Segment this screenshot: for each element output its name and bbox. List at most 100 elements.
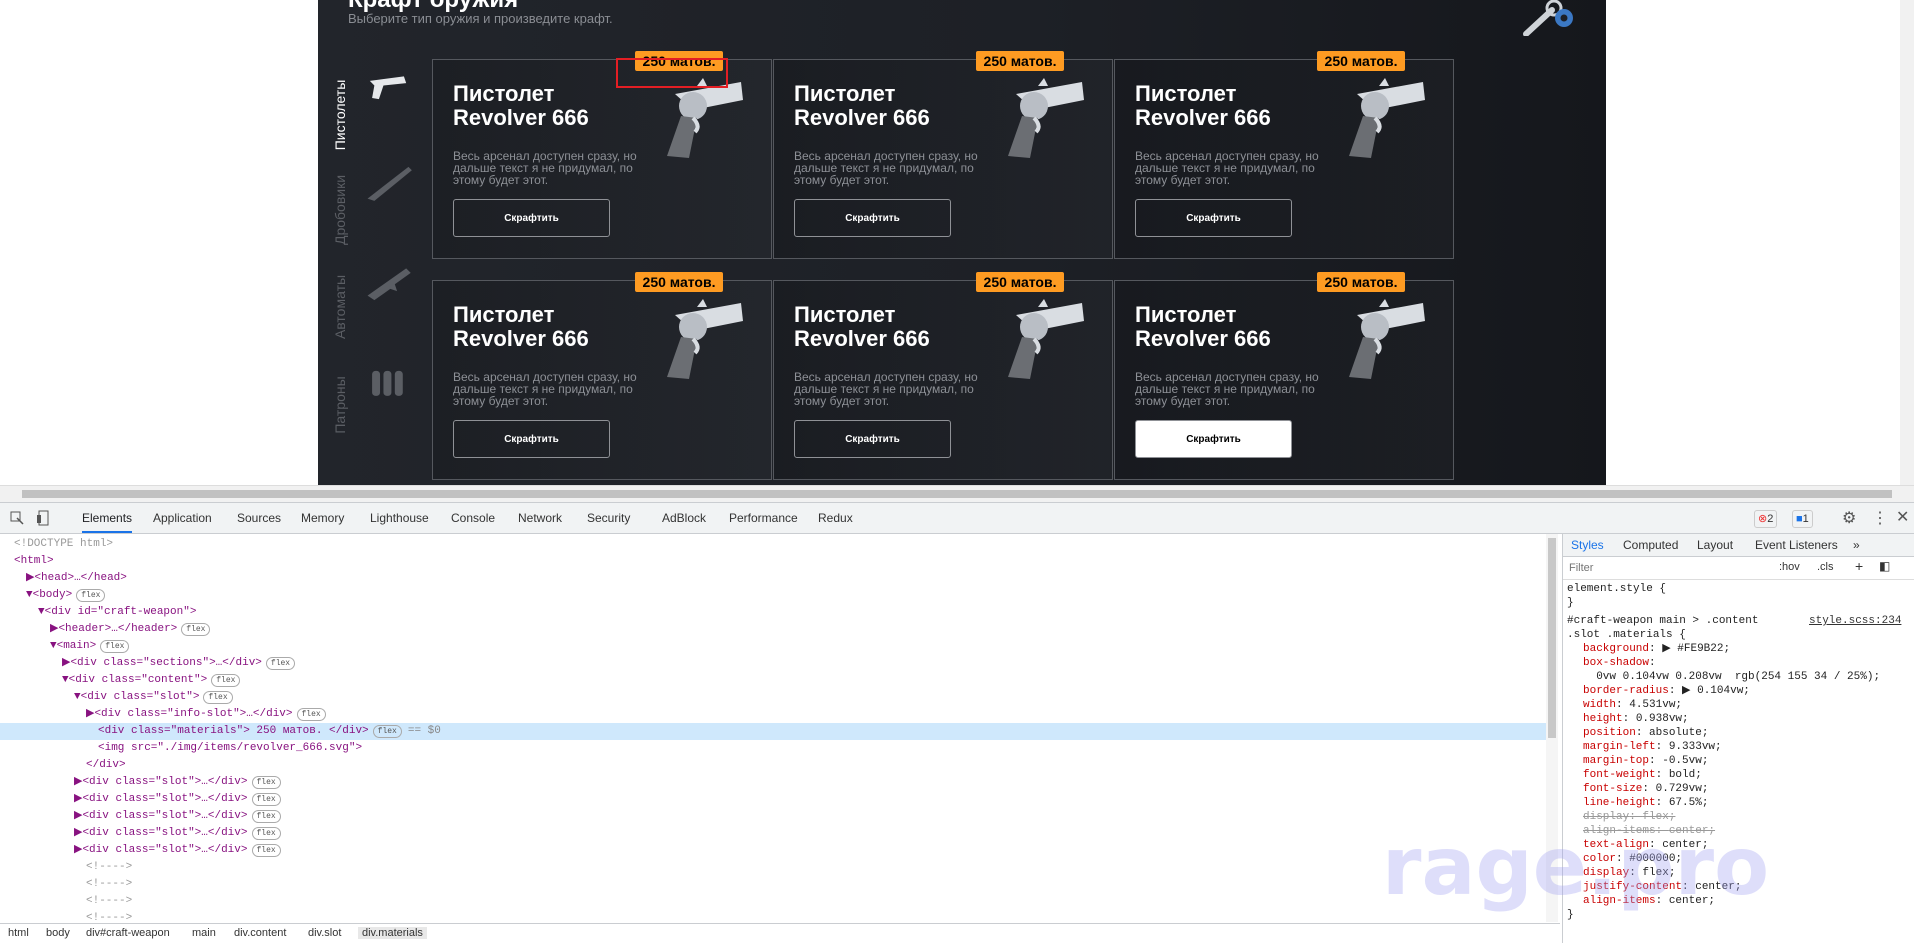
dom-node-line[interactable]: ▶<div class="sections">…</div> flex xyxy=(0,655,1550,672)
add-rule-icon[interactable]: + xyxy=(1855,558,1863,574)
pistol-icon[interactable] xyxy=(363,65,413,115)
shotgun-icon[interactable] xyxy=(363,160,413,210)
css-declaration[interactable]: height: 0.938vw; xyxy=(1583,712,1689,726)
section-tab-0[interactable]: Пистолеты xyxy=(332,60,354,170)
bullets-icon[interactable] xyxy=(363,355,413,405)
dom-node-line[interactable]: ▶<div class="slot">…</div> flex xyxy=(0,791,1550,808)
flex-badge[interactable]: flex xyxy=(203,691,233,704)
section-tab-3[interactable]: Патроны xyxy=(332,350,354,460)
dom-node-line[interactable]: ▶<div class="slot">…</div> flex xyxy=(0,808,1550,825)
cls-toggle[interactable]: .cls xyxy=(1817,561,1834,573)
css-declaration[interactable]: line-height: 67.5%; xyxy=(1583,796,1708,810)
section-tab-1[interactable]: Дробовики xyxy=(332,155,354,265)
dom-node-line[interactable]: ▼<div class="slot"> flex xyxy=(0,689,1550,706)
devtools-tab-performance[interactable]: Performance xyxy=(729,503,798,533)
styles-tab[interactable]: Layout xyxy=(1697,538,1733,552)
dom-node-line[interactable]: ▼<main> flex xyxy=(0,638,1550,655)
styles-tab[interactable]: Styles xyxy=(1571,538,1604,552)
devtools-tab-lighthouse[interactable]: Lighthouse xyxy=(370,503,429,533)
scrollbar-thumb[interactable] xyxy=(22,490,1892,498)
craft-button[interactable]: Скрафтить xyxy=(794,199,951,237)
flex-badge[interactable]: flex xyxy=(251,844,281,857)
dom-node-line[interactable]: ▶<div class="slot">…</div> flex xyxy=(0,825,1550,842)
craft-button[interactable]: Скрафтить xyxy=(794,420,951,458)
css-declaration[interactable]: font-size: 0.729vw; xyxy=(1583,782,1708,796)
dom-node-line[interactable]: <!----> xyxy=(0,859,1550,876)
message-counter[interactable]: ■1 xyxy=(1792,510,1813,528)
dom-node-line[interactable]: ▼<div id="craft-weapon"> xyxy=(0,604,1550,621)
vertical-scrollbar[interactable] xyxy=(1900,0,1914,485)
craft-button[interactable]: Скрафтить xyxy=(1135,199,1292,237)
flex-badge[interactable]: flex xyxy=(251,776,281,789)
dom-node-line[interactable]: <!----> xyxy=(0,893,1550,910)
styles-tab[interactable]: Event Listeners xyxy=(1755,538,1838,552)
dom-node-line[interactable]: <img src="./img/items/revolver_666.svg"> xyxy=(0,740,1550,757)
css-declaration[interactable]: 0vw 0.104vw 0.208vw rgb(254 155 34 / 25%… xyxy=(1583,670,1880,684)
devtools-tab-memory[interactable]: Memory xyxy=(301,503,344,533)
wrench-gear-icon[interactable] xyxy=(1518,0,1578,36)
flex-badge[interactable]: flex xyxy=(251,810,281,823)
close-icon[interactable]: ✕ xyxy=(1896,507,1909,527)
flex-badge[interactable]: flex xyxy=(211,674,241,687)
dom-node-line[interactable]: <!----> xyxy=(0,876,1550,893)
css-declaration[interactable]: position: absolute; xyxy=(1583,726,1708,740)
dom-node-line[interactable]: ▶<div class="slot">…</div> flex xyxy=(0,774,1550,791)
flex-badge[interactable]: flex xyxy=(76,589,106,602)
breadcrumb-item[interactable]: main xyxy=(192,927,216,939)
dom-node-line[interactable]: <!----> xyxy=(0,910,1550,922)
horizontal-scrollbar[interactable] xyxy=(0,485,1914,502)
hov-toggle[interactable]: :hov xyxy=(1779,561,1800,573)
dom-node-line[interactable]: ▶<div class="info-slot">…</div> flex xyxy=(0,706,1550,723)
devtools-tab-elements[interactable]: Elements xyxy=(82,503,133,533)
breadcrumb-item[interactable]: div.materials xyxy=(358,927,427,939)
css-declaration[interactable]: background: ▶ #FE9B22; xyxy=(1583,642,1730,656)
flex-badge[interactable]: flex xyxy=(296,708,326,721)
craft-button[interactable]: Скрафтить xyxy=(453,420,610,458)
style-source-link[interactable]: style.scss:234 xyxy=(1809,614,1901,628)
breadcrumb-item[interactable]: html xyxy=(8,927,29,939)
devtools-tab-redux[interactable]: Redux xyxy=(818,503,853,533)
devtools-tab-sources[interactable]: Sources xyxy=(237,503,281,533)
css-declaration[interactable]: border-radius: ▶ 0.104vw; xyxy=(1583,684,1750,698)
dom-node-line[interactable]: <html> xyxy=(0,553,1550,570)
device-toolbar-icon[interactable] xyxy=(36,510,50,526)
styles-tab[interactable]: Computed xyxy=(1623,538,1678,552)
craft-button[interactable]: Скрафтить xyxy=(1135,420,1292,458)
flex-badge[interactable]: flex xyxy=(372,725,402,738)
devtools-tab-application[interactable]: Application xyxy=(153,503,212,533)
breadcrumb-item[interactable]: div#craft-weapon xyxy=(86,927,170,939)
devtools-tab-console[interactable]: Console xyxy=(451,503,495,533)
dom-node-line[interactable]: </div> xyxy=(0,757,1550,774)
flex-badge[interactable]: flex xyxy=(251,793,281,806)
css-declaration[interactable]: width: 4.531vw; xyxy=(1583,698,1682,712)
gear-icon[interactable]: ⚙ xyxy=(1842,508,1856,528)
dom-node-line[interactable]: <div class="materials"> 250 матов. </div… xyxy=(0,723,1550,740)
toggle-sidebar-icon[interactable]: ◧ xyxy=(1879,559,1890,573)
css-declaration[interactable]: font-weight: bold; xyxy=(1583,768,1702,782)
flex-badge[interactable]: flex xyxy=(100,640,130,653)
dom-node-line[interactable]: ▶<div class="slot">…</div> flex xyxy=(0,842,1550,859)
more-options-icon[interactable]: ⋮ xyxy=(1872,508,1888,528)
devtools-tab-adblock[interactable]: AdBlock xyxy=(662,503,706,533)
breadcrumb-item[interactable]: div.slot xyxy=(308,927,341,939)
css-declaration[interactable]: box-shadow: xyxy=(1583,656,1662,670)
styles-tab[interactable]: » xyxy=(1853,538,1860,552)
devtools-tab-security[interactable]: Security xyxy=(587,503,630,533)
error-counter[interactable]: ⊗2 xyxy=(1754,510,1778,528)
dom-node-line[interactable]: <!DOCTYPE html> xyxy=(0,536,1550,553)
devtools-tab-network[interactable]: Network xyxy=(518,503,562,533)
css-declaration[interactable]: margin-top: -0.5vw; xyxy=(1583,754,1708,768)
dom-node-line[interactable]: ▼<div class="content"> flex xyxy=(0,672,1550,689)
dom-node-line[interactable]: ▶<header>…</header> flex xyxy=(0,621,1550,638)
section-tab-2[interactable]: Автоматы xyxy=(332,252,354,362)
dom-node-line[interactable]: ▼<body> flex xyxy=(0,587,1550,604)
breadcrumb-item[interactable]: body xyxy=(46,927,70,939)
css-declaration[interactable]: margin-left: 9.333vw; xyxy=(1583,740,1722,754)
flex-badge[interactable]: flex xyxy=(265,657,296,670)
craft-button[interactable]: Скрафтить xyxy=(453,199,610,237)
flex-badge[interactable]: flex xyxy=(181,623,211,636)
inspect-icon[interactable] xyxy=(10,511,24,525)
dom-node-line[interactable]: ▶<head>…</head> xyxy=(0,570,1550,587)
breadcrumb-item[interactable]: div.content xyxy=(234,927,286,939)
rifle-icon[interactable] xyxy=(363,257,413,307)
